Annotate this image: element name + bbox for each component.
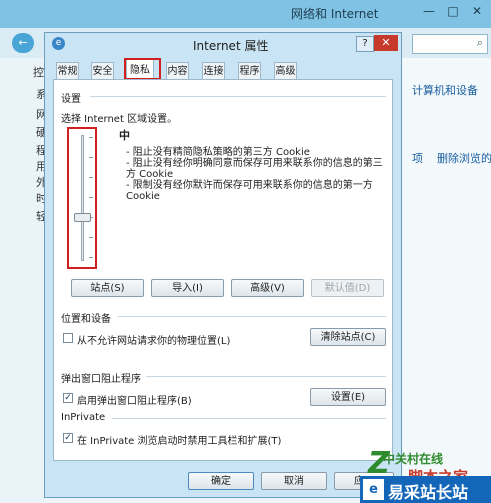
tab-content[interactable]: 内容	[166, 62, 189, 79]
search-icon: ⌕	[476, 36, 483, 49]
divider	[118, 316, 386, 317]
background-content	[403, 58, 491, 503]
settings-label: 设置	[61, 94, 81, 105]
back-button[interactable]: ←	[12, 33, 34, 53]
tab-connections[interactable]: 连接	[202, 62, 225, 79]
sidebar-char[interactable]: 控	[33, 64, 44, 80]
slider-track	[81, 135, 84, 261]
location-checkbox[interactable]	[63, 333, 73, 343]
internet-properties-dialog: e Internet 属性 ? ✕ 常规 安全 隐私 内容 连接 程序 高级 设…	[44, 32, 402, 498]
slider-tick	[89, 257, 93, 258]
slider-tick	[89, 137, 93, 138]
advanced-button[interactable]: 高级(V)	[231, 279, 304, 297]
tab-programs[interactable]: 程序	[238, 62, 261, 79]
help-button[interactable]: ?	[356, 36, 374, 52]
privacy-slider[interactable]	[67, 127, 97, 269]
inprivate-checkbox[interactable]: ✓	[63, 433, 73, 443]
maximize-button[interactable]: □	[442, 2, 464, 20]
minimize-button[interactable]: —	[418, 2, 440, 20]
description-line: - 阻止没有经你明确同意而保存可用来联系你的信息的第三方 Cookie	[126, 158, 383, 180]
slider-tick	[89, 157, 93, 158]
sites-button[interactable]: 站点(S)	[71, 279, 144, 297]
background-sidebar: 控 系 网 硬 程 用 外 时 轻	[0, 58, 47, 503]
window-close-button[interactable]: ✕	[466, 2, 488, 20]
link-computers-devices[interactable]: 计算机和设备	[412, 82, 478, 98]
ie-icon: e	[52, 37, 65, 50]
import-button[interactable]: 导入(I)	[151, 279, 224, 297]
search-box[interactable]: ⌕	[412, 34, 488, 54]
popup-checkbox-label[interactable]: 启用弹出窗口阻止程序(B)	[77, 392, 192, 407]
popup-label: 弹出窗口阻止程序	[61, 374, 141, 385]
watermark-zol: 中关村在线	[383, 452, 444, 466]
privacy-level: 中	[119, 129, 130, 142]
location-checkbox-label[interactable]: 从不允许网站请求你的物理位置(L)	[77, 332, 230, 347]
tab-security[interactable]: 安全	[91, 62, 114, 79]
cancel-button[interactable]: 取消	[261, 472, 327, 490]
description-line: - 阻止没有精简隐私策略的第三方 Cookie	[126, 147, 310, 158]
default-button[interactable]: 默认值(D)	[311, 279, 384, 297]
inprivate-label: InPrivate	[61, 412, 106, 423]
background-titlebar: 网络和 Internet — □ ✕	[0, 0, 491, 28]
dialog-title: Internet 属性	[193, 39, 269, 53]
dialog-titlebar: e Internet 属性 ? ✕	[45, 33, 401, 55]
description-line: - 限制没有经你默许而保存可用来联系你的信息的第一方 Cookie	[126, 180, 373, 202]
dialog-close-button[interactable]: ✕	[374, 35, 398, 51]
link-items[interactable]: 项	[412, 150, 423, 166]
slider-tick	[89, 197, 93, 198]
divider	[112, 418, 386, 419]
popup-checkbox[interactable]: ✓	[63, 393, 73, 403]
watermark-e-icon: e	[363, 479, 384, 500]
clear-sites-button[interactable]: 清除站点(C)	[310, 328, 386, 346]
location-label: 位置和设备	[61, 314, 111, 325]
tab-advanced[interactable]: 高级	[274, 62, 297, 79]
zone-label: 选择 Internet 区域设置。	[61, 114, 178, 125]
link-delete-history[interactable]: 删除浏览的历	[437, 150, 491, 166]
divider	[146, 376, 386, 377]
slider-tick	[89, 237, 93, 238]
tab-general[interactable]: 常规	[56, 62, 79, 79]
watermark-banner: e 易采站长站	[360, 476, 491, 503]
slider-thumb[interactable]	[74, 213, 91, 223]
background-title: 网络和 Internet	[291, 7, 379, 21]
slider-tick	[89, 177, 93, 178]
privacy-tab-highlight	[124, 58, 161, 80]
ok-button[interactable]: 确定	[188, 472, 254, 490]
privacy-panel: 设置 选择 Internet 区域设置。 中 - 阻止没有精简隐私策略的第三方 …	[53, 79, 393, 461]
inprivate-checkbox-label[interactable]: 在 InPrivate 浏览启动时禁用工具栏和扩展(T)	[77, 432, 281, 447]
divider	[90, 96, 386, 97]
privacy-description: - 阻止没有精简隐私策略的第三方 Cookie - 阻止没有经你明确同意而保存可…	[126, 147, 388, 202]
watermark-text: 易采站长站	[388, 483, 469, 502]
popup-settings-button[interactable]: 设置(E)	[310, 388, 386, 406]
